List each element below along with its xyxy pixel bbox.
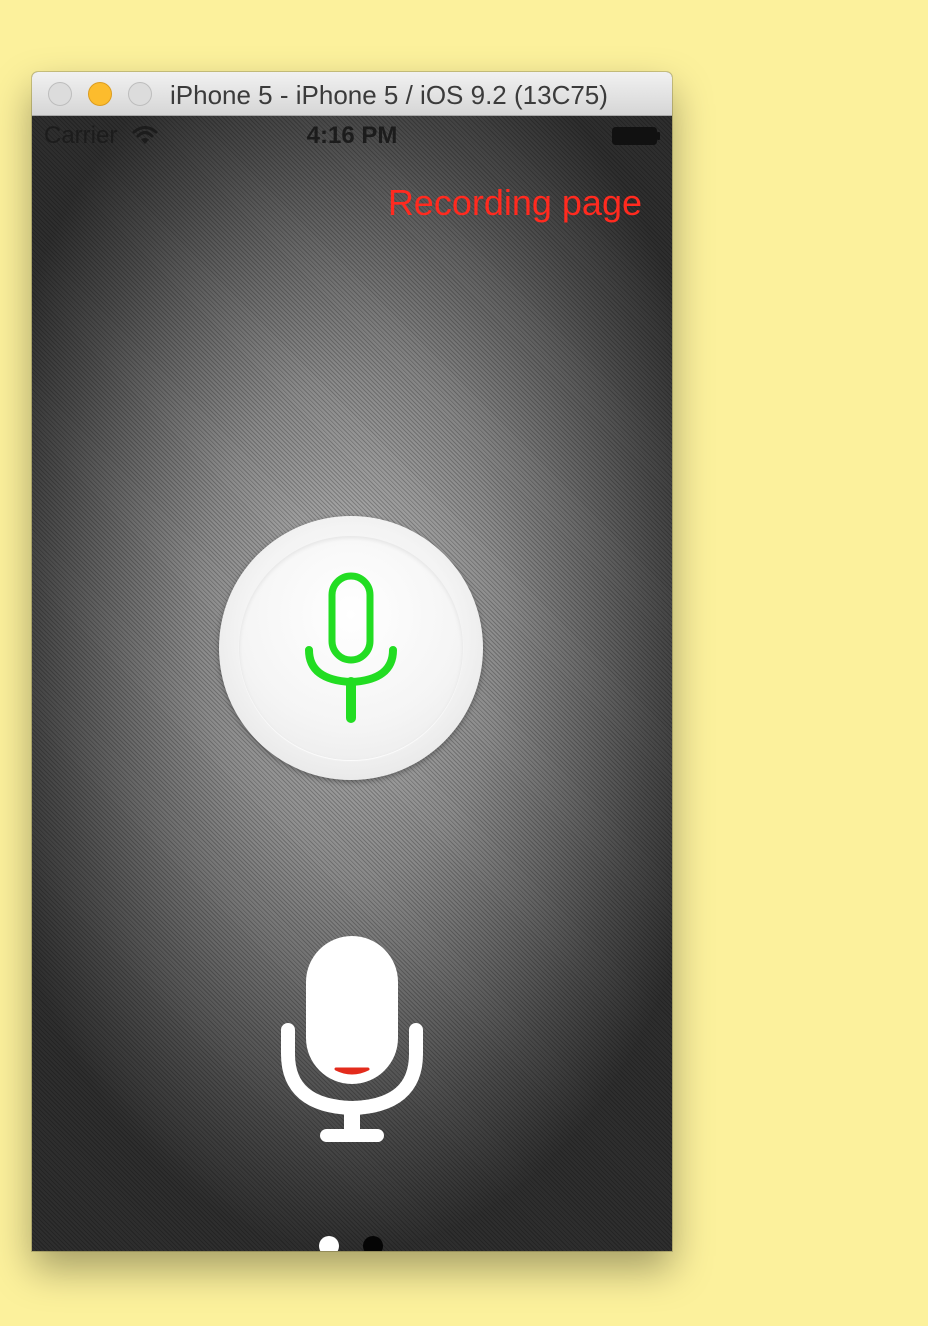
microphone-icon: [305, 572, 397, 723]
status-time: 4:16 PM: [306, 122, 398, 149]
close-window-button[interactable]: [48, 82, 72, 106]
status-bar: Carrier 4:16 PM: [32, 116, 672, 156]
window-titlebar[interactable]: iPhone 5 - iPhone 5 / iOS 9.2 (13C75): [32, 72, 672, 116]
simulator-window: iPhone 5 - iPhone 5 / iOS 9.2 (13C75) Ca…: [32, 72, 672, 1251]
phone-screen: Carrier 4:16 PM Recording page: [32, 116, 672, 1251]
large-microphone-icon[interactable]: [280, 936, 424, 1148]
page-dot-1[interactable]: [319, 1236, 339, 1251]
battery-icon: [612, 127, 660, 145]
window-title: iPhone 5 - iPhone 5 / iOS 9.2 (13C75): [170, 80, 608, 110]
zoom-window-button[interactable]: [128, 82, 152, 106]
minimize-window-button[interactable]: [88, 82, 112, 106]
page-title: Recording page: [387, 182, 642, 223]
page-dot-2[interactable]: [363, 1236, 383, 1251]
page-control[interactable]: [32, 1236, 672, 1251]
